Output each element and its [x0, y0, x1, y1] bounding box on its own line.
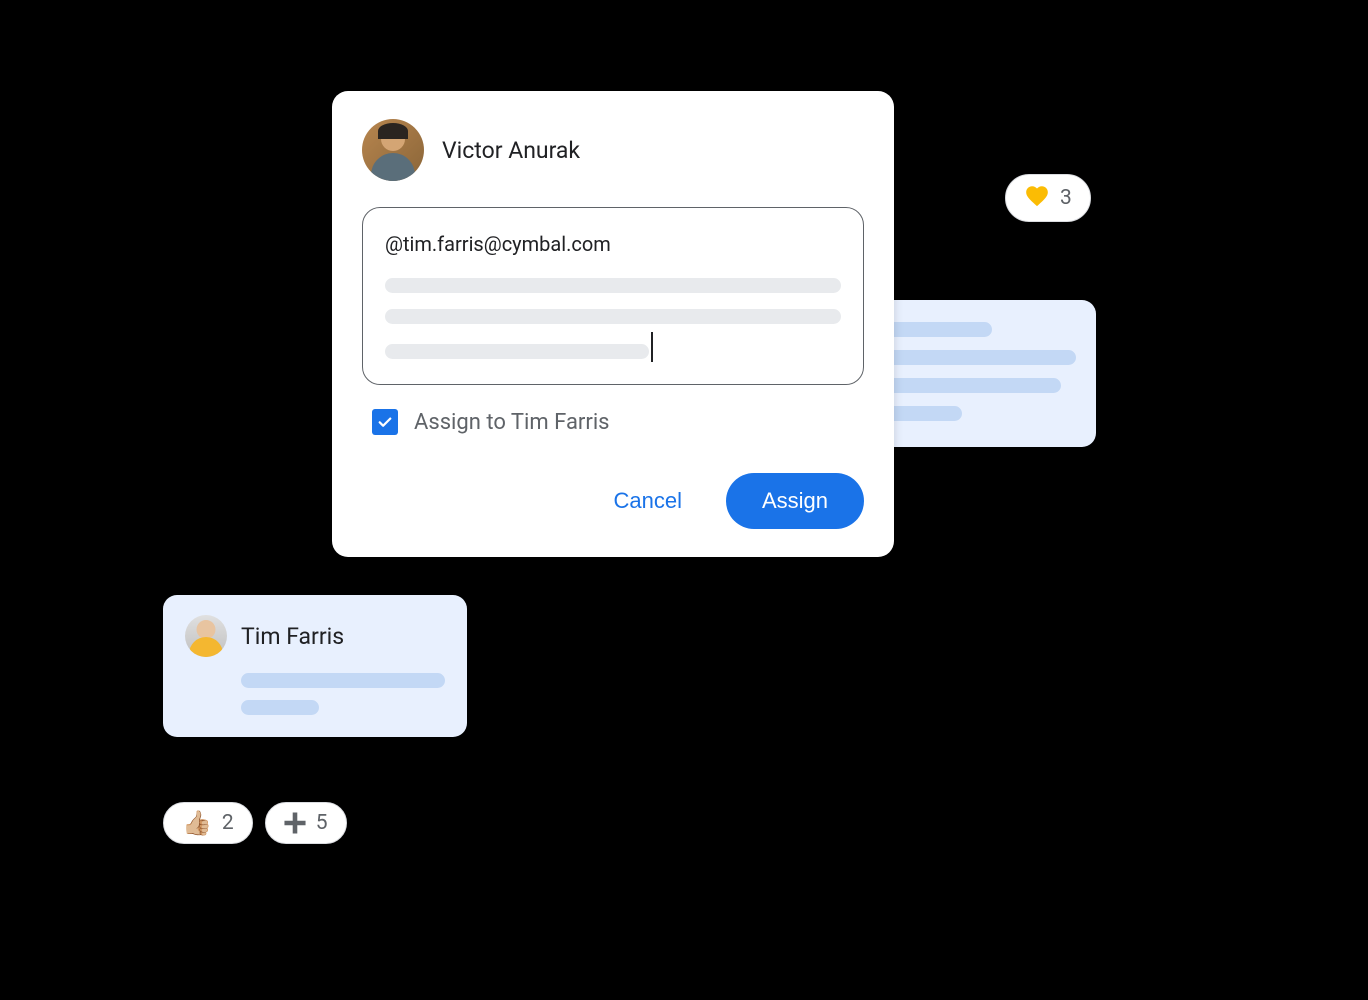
avatar: [362, 119, 424, 181]
comment-header: Victor Anurak: [362, 119, 864, 181]
checkmark-icon: [376, 413, 394, 431]
placeholder-line: [241, 673, 445, 688]
assign-row: Assign to Tim Farris: [362, 409, 864, 435]
plus-icon: [284, 812, 306, 834]
assign-button[interactable]: Assign: [726, 473, 864, 529]
placeholder-line: [886, 322, 992, 337]
heart-icon: [1024, 183, 1050, 213]
reply-header: Tim Farris: [185, 615, 445, 657]
placeholder-line: [385, 344, 649, 359]
reaction-heart[interactable]: 3: [1005, 174, 1091, 222]
thumbsup-icon: 👍🏼: [182, 811, 212, 835]
text-cursor: [651, 332, 653, 362]
placeholder-line: [886, 406, 962, 421]
placeholder-line: [886, 350, 1076, 365]
placeholder-line: [385, 309, 841, 324]
reply-preview-side: [866, 300, 1096, 447]
reaction-count: 2: [222, 811, 234, 835]
reaction-count: 3: [1060, 186, 1072, 210]
placeholder-line: [886, 378, 1061, 393]
avatar: [185, 615, 227, 657]
comment-input[interactable]: @tim.farris@cymbal.com: [362, 207, 864, 385]
reaction-add[interactable]: 5: [265, 802, 347, 844]
assign-checkbox[interactable]: [372, 409, 398, 435]
reaction-count: 5: [316, 811, 328, 835]
reply-author: Tim Farris: [241, 623, 344, 650]
cancel-button[interactable]: Cancel: [589, 474, 705, 528]
placeholder-line: [241, 700, 319, 715]
comment-author: Victor Anurak: [442, 137, 580, 164]
action-row: Cancel Assign: [362, 473, 864, 529]
assign-label: Assign to Tim Farris: [414, 410, 610, 435]
reaction-thumbsup[interactable]: 👍🏼 2: [163, 802, 253, 844]
mention-text: @tim.farris@cymbal.com: [385, 232, 841, 256]
reply-card: Tim Farris: [163, 595, 467, 737]
placeholder-line: [385, 278, 841, 293]
comment-card: Victor Anurak @tim.farris@cymbal.com Ass…: [332, 91, 894, 557]
reaction-row: 👍🏼 2 5: [163, 802, 347, 844]
